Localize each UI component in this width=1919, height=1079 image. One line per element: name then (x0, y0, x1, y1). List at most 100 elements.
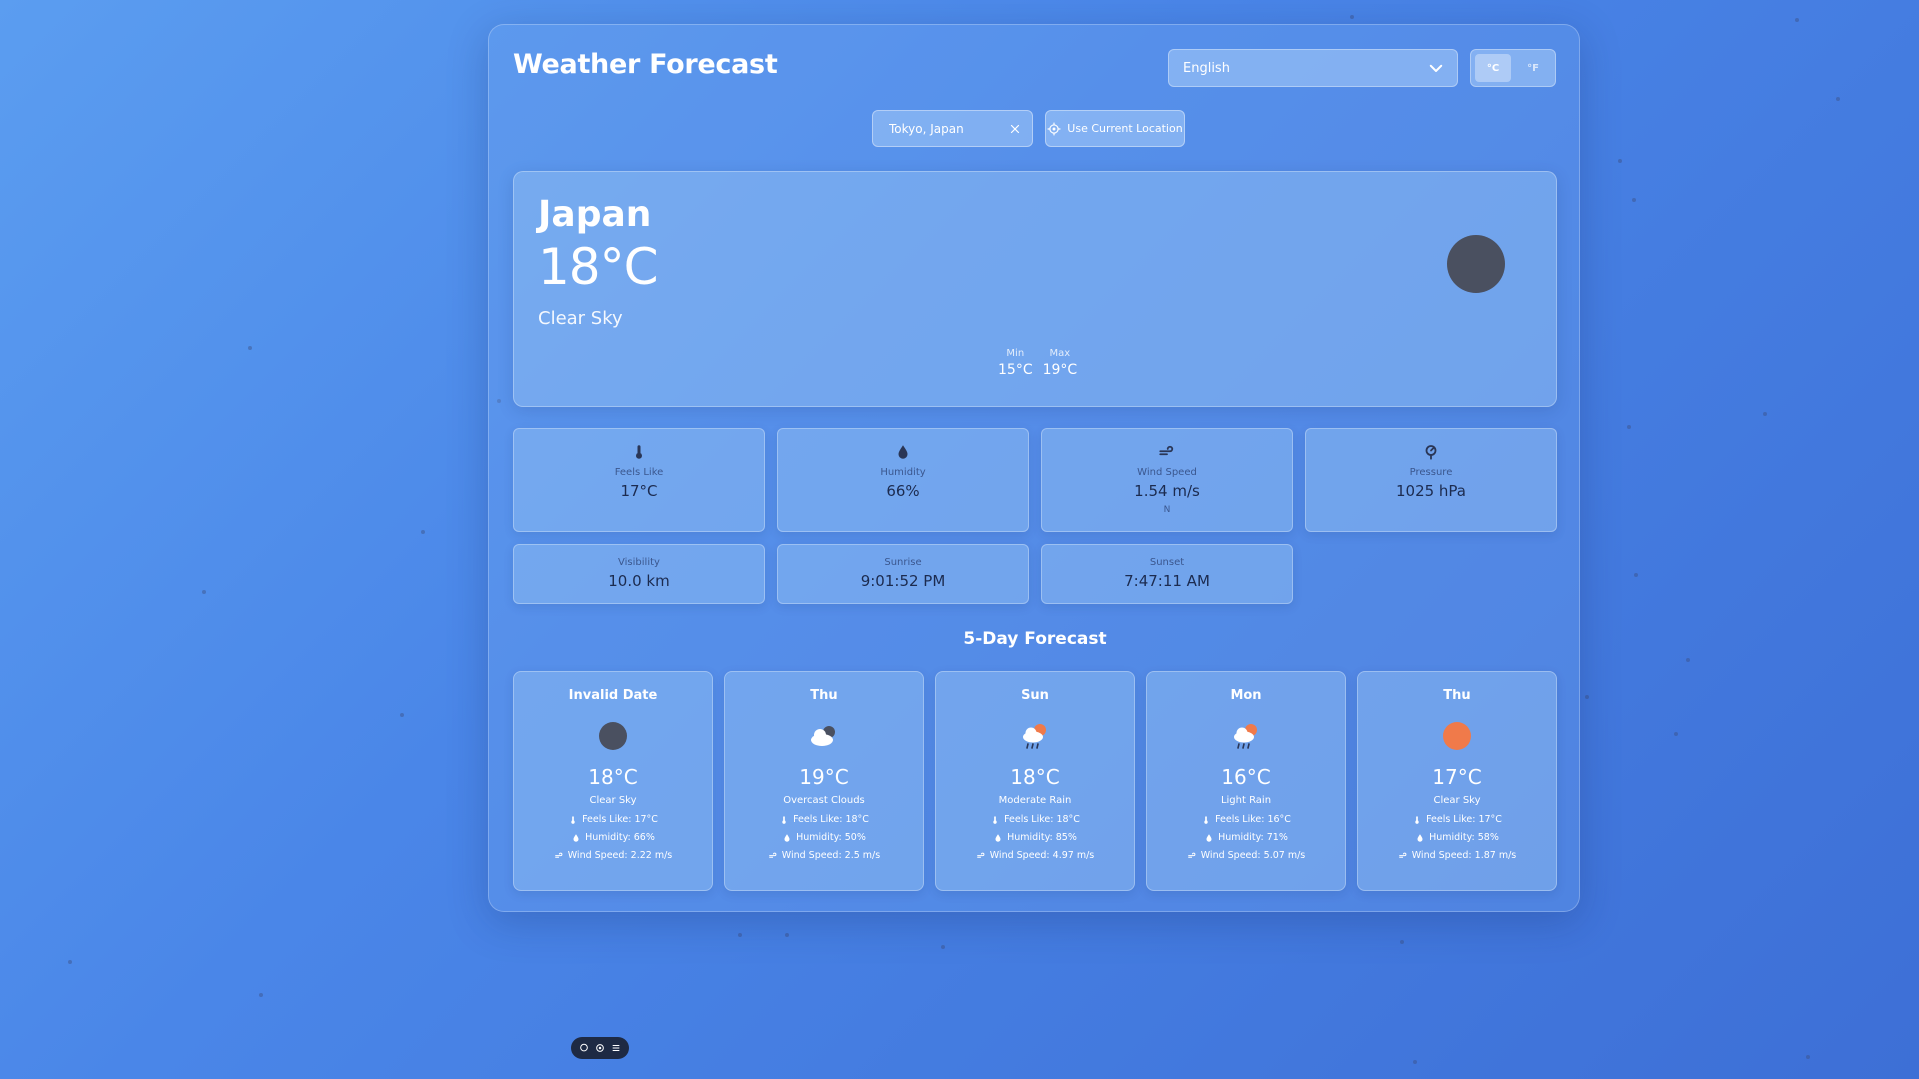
current-weather-icon (1447, 235, 1505, 293)
forecast-feels: Feels Like: 16°C (1147, 814, 1345, 825)
forecast-wind: Wind Speed: 5.07 m/s (1147, 850, 1345, 861)
sunrise-value: 9:01:52 PM (860, 572, 946, 590)
sunset-value: 7:47:11 AM (1124, 572, 1210, 590)
forecast-wind-text: Wind Speed: 4.97 m/s (989, 850, 1095, 861)
forecast-wind: Wind Speed: 2.5 m/s (725, 850, 923, 861)
wind-speed-label: Wind Speed (1137, 467, 1197, 478)
weather-app-panel: Weather Forecast English °C °F Use Curre… (488, 24, 1580, 912)
wind-icon (977, 852, 985, 858)
forecast-humidity: Humidity: 71% (1147, 832, 1345, 843)
wind-icon (769, 852, 777, 858)
floating-toolbar[interactable] (571, 1037, 629, 1059)
thermometer-icon (571, 815, 575, 824)
forecast-wind: Wind Speed: 4.97 m/s (936, 850, 1134, 861)
humidity-label: Humidity (880, 467, 926, 478)
star (1618, 159, 1622, 163)
forecast-humidity-text: Humidity: 50% (796, 832, 866, 843)
star (941, 945, 945, 949)
max-value: 19°C (1042, 362, 1078, 378)
wind-speed-card: Wind Speed 1.54 m/s N (1041, 428, 1293, 532)
forecast-humidity-text: Humidity: 58% (1429, 832, 1499, 843)
star (1836, 97, 1840, 101)
feels-like-label: Feels Like (614, 467, 664, 478)
pressure-value: 1025 hPa (1395, 482, 1466, 500)
star (202, 590, 206, 594)
wind-icon (1399, 852, 1407, 858)
city-name: Japan (538, 194, 652, 235)
sun-icon (1443, 722, 1471, 750)
forecast-temp: 17°C (1432, 765, 1482, 789)
forecast-humidity: Humidity: 66% (514, 832, 712, 843)
celsius-button[interactable]: °C (1475, 54, 1511, 82)
chat-icon[interactable] (579, 1043, 589, 1053)
current-condition: Clear Sky (538, 308, 623, 329)
current-temperature: 18°C (538, 238, 659, 296)
overcast-clouds-icon (811, 726, 835, 746)
forecast-feels: Feels Like: 18°C (936, 814, 1134, 825)
pressure-label: Pressure (1409, 467, 1453, 478)
forecast-condition: Clear Sky (1433, 795, 1481, 806)
use-current-location-button[interactable]: Use Current Location (1045, 110, 1185, 147)
feels-like-card: Feels Like 17°C (513, 428, 765, 532)
forecast-wind-text: Wind Speed: 1.87 m/s (1411, 850, 1517, 861)
forecast-feels-text: Feels Like: 17°C (1426, 814, 1502, 825)
forecast-condition: Moderate Rain (998, 795, 1072, 806)
star (1634, 573, 1638, 577)
city-search-input[interactable] (889, 121, 999, 136)
settings-icon[interactable] (595, 1043, 605, 1053)
chevron-down-icon (1429, 64, 1443, 72)
forecast-card: Thu 17°C Clear Sky Feels Like: 17°C Humi… (1357, 671, 1557, 891)
wind-direction: N (1163, 505, 1171, 515)
fahrenheit-button[interactable]: °F (1515, 54, 1551, 82)
visibility-value: 10.0 km (608, 572, 670, 590)
forecast-feels-text: Feels Like: 18°C (793, 814, 869, 825)
pressure-gauge-icon (1425, 445, 1437, 460)
forecast-title: 5-Day Forecast (963, 629, 1107, 649)
forecast-wind: Wind Speed: 1.87 m/s (1358, 850, 1556, 861)
wind-icon (1159, 445, 1174, 456)
dark-circle-icon (599, 722, 627, 750)
forecast-humidity-text: Humidity: 66% (585, 832, 655, 843)
rain-cloud-sun-icon (1234, 724, 1257, 749)
star (1585, 695, 1589, 699)
thermometer-icon (636, 445, 642, 459)
forecast-card: Mon 16°C Light Rain Feels Like: 16°C Hum… (1146, 671, 1346, 891)
search-box (872, 110, 1033, 147)
sunrise-label: Sunrise (884, 557, 922, 568)
forecast-card: Sun 18°C Moderate Rain Feels Like: 18°C … (935, 671, 1135, 891)
forecast-card: Thu 19°C Overcast Clouds Feels Like: 18°… (724, 671, 924, 891)
thermometer-icon (1415, 815, 1419, 824)
menu-icon[interactable] (611, 1043, 621, 1053)
sunset-label: Sunset (1149, 557, 1185, 568)
pressure-card: Pressure 1025 hPa (1305, 428, 1557, 532)
forecast-feels-text: Feels Like: 17°C (582, 814, 658, 825)
thermometer-icon (1204, 815, 1208, 824)
forecast-humidity-text: Humidity: 85% (1007, 832, 1077, 843)
forecast-condition: Overcast Clouds (783, 795, 865, 806)
star (785, 933, 789, 937)
visibility-card: Visibility 10.0 km (513, 544, 765, 604)
app-title: Weather Forecast (513, 49, 778, 80)
forecast-feels: Feels Like: 17°C (1358, 814, 1556, 825)
min-label: Min (1006, 348, 1025, 359)
star (1413, 1060, 1417, 1064)
forecast-wind-text: Wind Speed: 5.07 m/s (1200, 850, 1306, 861)
wind-icon (1188, 852, 1196, 858)
star (1632, 198, 1636, 202)
visibility-label: Visibility (618, 557, 660, 568)
star (1686, 658, 1690, 662)
forecast-day: Mon (1230, 688, 1262, 703)
thermometer-icon (993, 815, 997, 824)
rain-cloud-sun-icon (1023, 724, 1046, 749)
location-target-icon (1047, 122, 1061, 135)
forecast-feels: Feels Like: 17°C (514, 814, 712, 825)
min-value: 15°C (998, 362, 1033, 378)
language-select[interactable]: English (1168, 49, 1458, 87)
forecast-humidity-text: Humidity: 71% (1218, 832, 1288, 843)
forecast-day: Invalid Date (568, 688, 658, 703)
clear-icon[interactable] (1008, 122, 1022, 136)
forecast-feels-text: Feels Like: 16°C (1215, 814, 1291, 825)
star (421, 530, 425, 534)
droplet-icon (898, 445, 908, 459)
droplet-icon (1417, 833, 1423, 842)
